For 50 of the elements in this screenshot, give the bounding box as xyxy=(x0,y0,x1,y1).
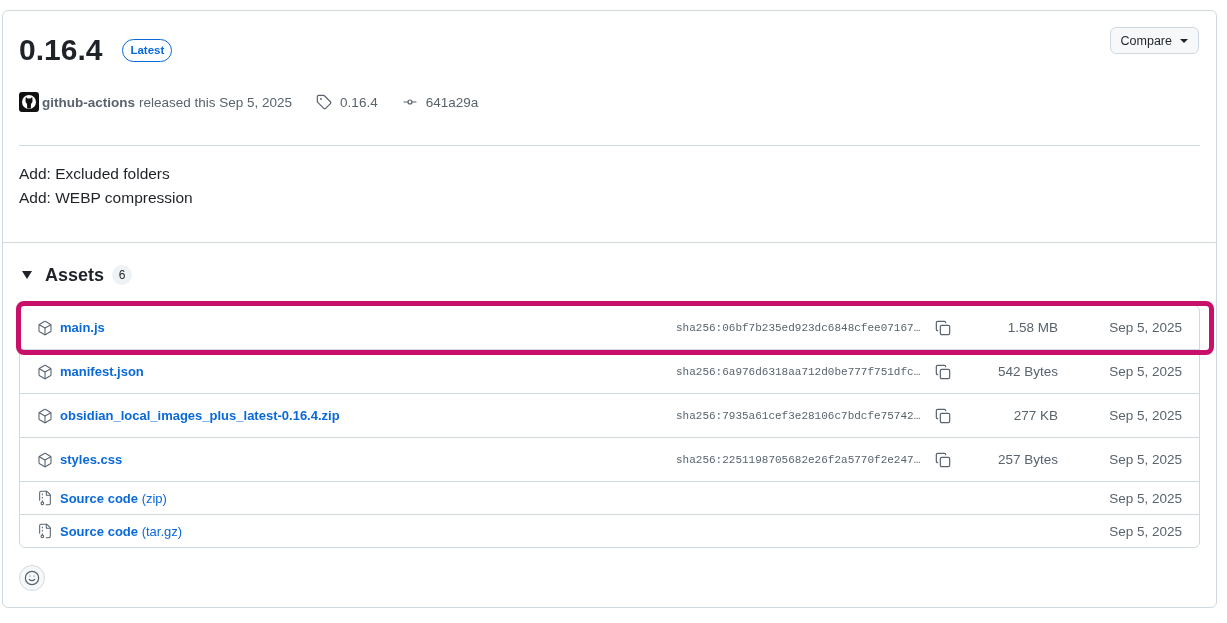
source-code-link[interactable]: Source code (zip) xyxy=(60,490,167,506)
archive-file-icon xyxy=(37,523,53,539)
file-size-text: 1.58 MB xyxy=(1007,320,1058,335)
source-code-link[interactable]: Source code (tar.gz) xyxy=(60,523,183,539)
date-text: Sep 5, 2025 xyxy=(1109,490,1182,506)
hash-text: sha256:7935a61cef3e28106c7bdcfe75742… xyxy=(676,409,921,422)
copy-button[interactable] xyxy=(935,319,951,336)
date-text: Sep 5, 2025 xyxy=(1109,364,1182,379)
compare-button[interactable]: Compare xyxy=(1109,27,1199,54)
release-note: Add: WEBP compression xyxy=(19,188,194,208)
archive-file-icon xyxy=(37,490,53,506)
copy-icon xyxy=(935,451,951,468)
asset-link[interactable]: main.js xyxy=(60,320,105,335)
cube-icon xyxy=(37,407,53,424)
release-version: 0.16.4 xyxy=(19,32,103,68)
date-text: Sep 5, 2025 xyxy=(1109,523,1182,539)
cube-icon xyxy=(37,451,53,468)
hash-text: sha256:06bf7b235ed923dc6848cfee07167… xyxy=(676,321,921,334)
author-link[interactable]: github-actions xyxy=(42,94,135,110)
copy-button[interactable] xyxy=(935,363,951,380)
asset-count: 6 xyxy=(112,265,133,285)
avatar-icon xyxy=(19,92,39,112)
hash-text: sha256:2251198705682e26f2a5770f2e247… xyxy=(676,453,921,466)
caret-icon[interactable] xyxy=(22,271,32,279)
commit-link[interactable]: 641a29a xyxy=(425,94,479,110)
date-text: Sep 5, 2025 xyxy=(1109,320,1182,335)
file-size-text: 257 Bytes xyxy=(997,452,1058,467)
asset-link[interactable]: obsidian_local_images_plus_latest-0.16.4.zip xyxy=(60,408,340,423)
release-note: Add: Excluded folders xyxy=(19,164,171,184)
file-size-text: 542 Bytes xyxy=(997,364,1058,379)
tag-icon xyxy=(316,94,333,110)
tag-link[interactable]: 0.16.4 xyxy=(340,94,378,110)
smiley-icon xyxy=(24,570,40,586)
asset-link[interactable]: styles.css xyxy=(60,452,123,467)
copy-icon xyxy=(935,363,951,380)
asset-link[interactable]: manifest.json xyxy=(60,364,144,379)
date-text: Sep 5, 2025 xyxy=(1109,408,1182,423)
file-size-text: 277 KB xyxy=(1013,408,1058,423)
assets-heading: Assets xyxy=(45,264,105,286)
copy-button[interactable] xyxy=(935,451,951,468)
copy-button[interactable] xyxy=(935,407,951,424)
cube-icon xyxy=(37,363,53,380)
date-text: Sep 5, 2025 xyxy=(1109,452,1182,467)
caret-icon xyxy=(1180,38,1188,43)
reaction-button[interactable] xyxy=(19,565,45,591)
release-date-text: released this Sep 5, 2025 xyxy=(139,94,293,110)
copy-icon xyxy=(935,319,951,336)
cube-icon xyxy=(37,319,53,336)
copy-icon xyxy=(935,407,951,424)
hash-text: sha256:6a976d6318aa712d0be777f751dfc… xyxy=(676,365,921,378)
